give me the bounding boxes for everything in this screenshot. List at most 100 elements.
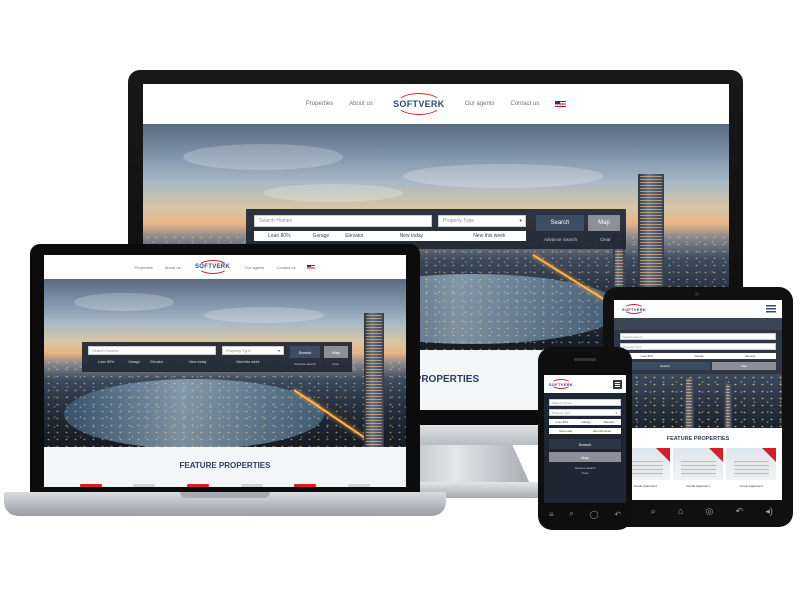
back-icon[interactable]: ↶ xyxy=(736,506,744,517)
home-icon[interactable]: ⌂ xyxy=(678,506,683,516)
clear-link[interactable]: Clear xyxy=(600,237,611,242)
tablet-nav-bar: ≡ ⌕ ⌂ ◎ ↶ ◂) xyxy=(612,502,784,520)
nav-contact-us[interactable]: Contact us xyxy=(276,265,295,270)
home-icon[interactable]: ◯ xyxy=(590,510,599,519)
search-input[interactable]: Search Homes xyxy=(549,399,621,406)
filter-elevator[interactable]: Elevator xyxy=(150,360,163,364)
search-button[interactable]: Search xyxy=(549,439,621,449)
search-input[interactable]: Search Homes xyxy=(620,333,776,340)
property-type-label: Property Type xyxy=(552,410,571,415)
search-panel: Search Homes Property Type ▾ Loan 80% Gar… xyxy=(246,209,626,249)
advance-search-link[interactable]: Advance Search xyxy=(294,362,316,366)
site-header: SOFTVERK xyxy=(544,375,626,393)
filter-chips: Loan 80% Garage Elevator xyxy=(620,353,776,359)
logo-swoosh xyxy=(624,304,644,314)
search-button[interactable]: Search xyxy=(536,215,584,231)
filter-elevator[interactable]: Elevator xyxy=(604,420,614,424)
us-flag-icon[interactable] xyxy=(555,100,567,108)
nav-our-agents[interactable]: Our agents xyxy=(465,101,495,107)
nav-about-us[interactable]: About us xyxy=(349,101,373,107)
property-card[interactable]: Condo Apartment xyxy=(673,448,723,494)
search-icon[interactable]: ⌕ xyxy=(569,509,573,519)
hamburger-icon[interactable] xyxy=(766,305,776,313)
phone-speaker xyxy=(574,358,596,361)
property-type-label: Property Type xyxy=(443,218,475,224)
feature-heading: FEATURE PROPERTIES xyxy=(179,461,271,470)
search-panel: Search Homes Property Type ▾ Loan 80% Gar… xyxy=(82,342,352,372)
property-type-select[interactable]: Property Type ▾ xyxy=(549,409,621,416)
menu-icon[interactable]: ≡ xyxy=(549,510,554,519)
filter-loan[interactable]: Loan 80% xyxy=(556,420,569,424)
nav-properties[interactable]: Properties xyxy=(135,265,153,270)
filter-elevator[interactable]: Elevator xyxy=(745,354,755,358)
filter-loan[interactable]: Loan 80% xyxy=(268,233,291,239)
softverk-logo[interactable]: SOFTVERK xyxy=(620,303,648,315)
map-button[interactable]: Map xyxy=(712,362,776,370)
filter-new-today[interactable]: New today xyxy=(189,360,206,364)
feature-section: FEATURE PROPERTIES Condo Apartment Condo… xyxy=(614,428,782,500)
map-button[interactable]: Map xyxy=(588,215,620,231)
phone-nav-keys: ≡ ⌕ ◯ ↶ xyxy=(541,507,629,521)
property-type-select[interactable]: Property Type xyxy=(620,343,776,350)
filter-garage[interactable]: Garage xyxy=(581,420,590,424)
nav-about-us[interactable]: About us xyxy=(165,265,181,270)
filter-chips-row2: New today New this week xyxy=(549,428,621,434)
search-input-placeholder: Search Homes xyxy=(623,334,643,339)
nav-contact-us[interactable]: Contact us xyxy=(511,101,540,107)
tablet-dark-band xyxy=(614,318,782,330)
filter-new-today[interactable]: New today xyxy=(400,233,424,239)
softverk-logo[interactable]: SOFTVERK xyxy=(389,90,449,118)
property-type-select[interactable]: Property Type ▾ xyxy=(438,215,526,227)
clear-link[interactable]: Clear xyxy=(332,362,339,366)
skyscraper xyxy=(364,313,384,447)
chevron-down-icon: ▾ xyxy=(277,348,280,353)
logo-swoosh xyxy=(197,260,228,274)
filter-loan[interactable]: Loan 80% xyxy=(98,360,114,364)
advance-search-link[interactable]: Advance Search xyxy=(544,237,577,242)
map-button[interactable]: Map xyxy=(549,452,621,462)
filter-garage[interactable]: Garage xyxy=(313,233,330,239)
softverk-logo[interactable]: SOFTVERK xyxy=(548,378,574,390)
clear-link[interactable]: Clear xyxy=(544,471,626,475)
filter-garage[interactable]: Garage xyxy=(128,360,140,364)
tablet-website: SOFTVERK Search Homes Property Type Loan… xyxy=(614,300,782,500)
logo-swoosh xyxy=(395,93,442,115)
filter-new-this-week[interactable]: New this week xyxy=(593,429,611,433)
back-icon[interactable]: ↶ xyxy=(614,510,621,519)
filter-loan[interactable]: Loan 80% xyxy=(641,354,654,358)
search-input-placeholder: Search Homes xyxy=(552,400,572,405)
filter-garage[interactable]: Garage xyxy=(694,354,703,358)
property-card[interactable]: Condo Apartment xyxy=(726,448,776,494)
nav-properties[interactable]: Properties xyxy=(306,101,333,107)
search-button[interactable]: Search xyxy=(620,362,710,370)
filter-new-this-week[interactable]: New this week xyxy=(473,233,505,239)
filter-chips-row1: Loan 80% Garage Elevator xyxy=(549,419,621,425)
search-panel: Search Homes Property Type Loan 80% Gara… xyxy=(614,330,782,374)
hero-cityscape xyxy=(614,374,782,428)
search-button[interactable]: Search xyxy=(290,346,320,358)
map-button[interactable]: Map xyxy=(324,346,348,358)
nav-our-agents[interactable]: Our agents xyxy=(245,265,265,270)
volume-icon[interactable]: ◂) xyxy=(765,506,773,517)
search-input[interactable]: Search Homes xyxy=(88,346,216,355)
site-header: SOFTVERK xyxy=(614,300,782,318)
phone-website: SOFTVERK Search Homes Property Type ▾ Loa… xyxy=(544,375,626,503)
logo-swoosh xyxy=(551,379,571,389)
search-input[interactable]: Search Homes xyxy=(254,215,432,227)
filter-new-this-week[interactable]: New this week xyxy=(236,360,259,364)
property-type-label: Property Type xyxy=(623,344,642,349)
property-strip xyxy=(64,483,386,487)
site-header: Properties About us SOFTVERK Our agents … xyxy=(44,255,406,279)
property-type-select[interactable]: Property Type ▾ xyxy=(222,346,284,355)
filter-new-today[interactable]: New today xyxy=(559,429,572,433)
us-flag-icon[interactable] xyxy=(307,264,316,270)
property-card-title: Condo Apartment xyxy=(686,484,710,488)
search-icon[interactable]: ⌕ xyxy=(651,506,656,517)
advance-search-link[interactable]: Advance Search xyxy=(544,466,626,470)
filter-elevator[interactable]: Elevator xyxy=(345,233,363,239)
softverk-logo[interactable]: SOFTVERK xyxy=(193,258,233,276)
chevron-down-icon: ▾ xyxy=(615,410,617,415)
recent-apps-icon[interactable]: ◎ xyxy=(706,506,714,517)
hamburger-icon[interactable] xyxy=(613,379,622,389)
feature-section: FEATURE PROPERTIES xyxy=(44,447,406,487)
